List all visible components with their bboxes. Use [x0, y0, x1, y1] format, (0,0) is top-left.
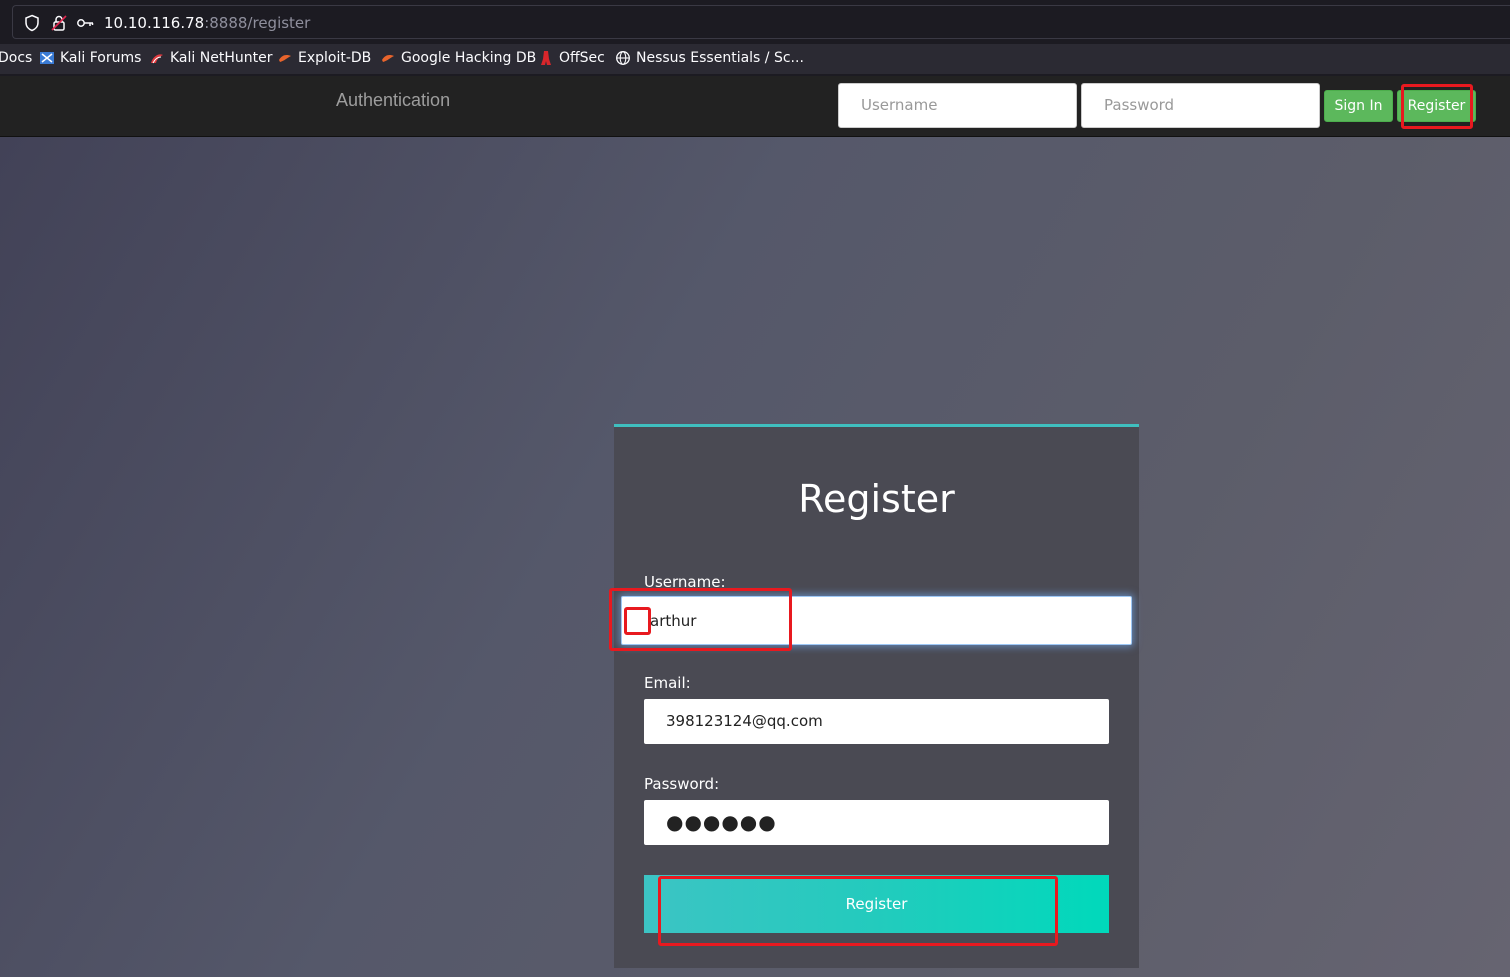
bookmarks-toolbar: Docs Kali Forums Kali NetHunter Exploit-…	[0, 44, 1510, 74]
site-navbar: Authentication Username Password Sign In…	[0, 76, 1510, 137]
bookmark-docs[interactable]: Docs	[0, 50, 32, 66]
email-input[interactable]: 398123124@qq.com	[644, 699, 1109, 744]
navbar-username-input[interactable]: Username	[838, 83, 1077, 128]
bookmark-offsec[interactable]: OffSec	[538, 50, 605, 66]
email-label: Email:	[644, 674, 691, 692]
navbar-register-button[interactable]: Register	[1397, 90, 1476, 122]
bookmark-label: Google Hacking DB	[401, 50, 537, 66]
globe-icon	[616, 51, 630, 65]
bookmark-label: OffSec	[559, 50, 605, 66]
bookmark-kali-forums[interactable]: Kali Forums	[39, 50, 141, 66]
ghdb-icon	[382, 55, 394, 62]
bookmark-label: Kali NetHunter	[170, 50, 273, 66]
register-card: Register Username: arthur Email: 3981231…	[614, 424, 1139, 968]
register-submit-button[interactable]: Register	[644, 875, 1109, 933]
password-label: Password:	[644, 775, 720, 793]
register-title: Register	[798, 477, 955, 521]
bookmark-label: Exploit-DB	[298, 50, 372, 66]
bookmark-label: Nessus Essentials / Sc...	[636, 50, 804, 66]
username-input[interactable]: arthur	[621, 596, 1132, 645]
kali-nethunter-icon	[151, 54, 163, 64]
username-label: Username:	[644, 573, 726, 591]
url-text[interactable]: 10.10.116.78:8888/register	[104, 14, 310, 32]
password-input[interactable]: ●●●●●●	[644, 800, 1109, 845]
url-host: 10.10.116.78	[104, 14, 205, 32]
key-icon[interactable]	[76, 14, 94, 32]
bookmark-google-hacking-db[interactable]: Google Hacking DB	[380, 50, 536, 66]
insecure-lock-icon[interactable]	[50, 14, 68, 32]
bookmark-label: Kali Forums	[60, 50, 142, 66]
bookmark-label: Docs	[0, 50, 33, 66]
navbar-password-input[interactable]: Password	[1081, 83, 1320, 128]
bookmark-nessus[interactable]: Nessus Essentials / Sc...	[615, 50, 804, 66]
brand-link[interactable]: Authentication	[336, 90, 450, 111]
kali-forums-icon	[40, 52, 54, 64]
address-bar[interactable]: 10.10.116.78:8888/register	[12, 5, 1510, 39]
url-path: :8888/register	[204, 14, 311, 32]
bookmark-kali-nethunter[interactable]: Kali NetHunter	[149, 50, 272, 66]
offsec-icon	[541, 51, 551, 65]
exploit-db-icon	[279, 55, 291, 62]
signin-button[interactable]: Sign In	[1324, 90, 1393, 122]
browser-toolbar: 10.10.116.78:8888/register	[0, 0, 1510, 42]
bookmark-exploit-db[interactable]: Exploit-DB	[277, 50, 371, 66]
shield-icon[interactable]	[23, 14, 41, 32]
